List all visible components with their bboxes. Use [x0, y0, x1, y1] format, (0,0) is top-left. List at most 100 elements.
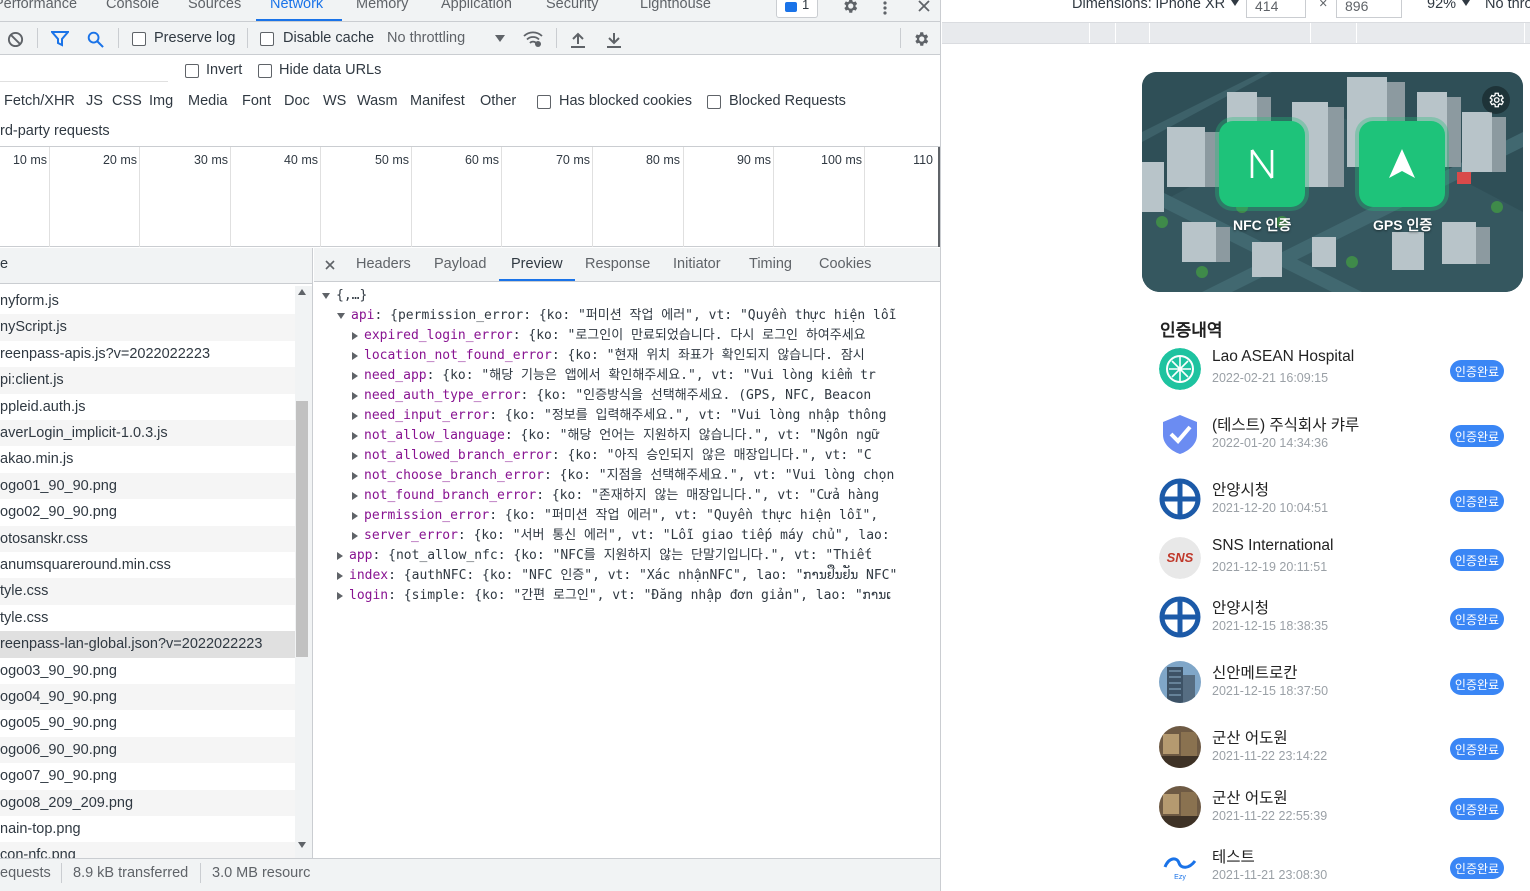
third-party-label[interactable]: rd-party requests: [0, 123, 110, 139]
zoom-chevron-icon[interactable]: [1462, 0, 1470, 6]
json-line[interactable]: need_app: {ko: "해당 기능은 앱에서 확인해주세요.", vt:…: [352, 366, 876, 386]
collapsed-arrow-icon[interactable]: [352, 491, 358, 500]
request-row[interactable]: anumsquareround.min.css: [0, 552, 295, 578]
network-conditions-icon[interactable]: [522, 29, 544, 49]
request-row[interactable]: reenpass-lan-global.json?v=2022022223: [0, 631, 295, 658]
collapsed-arrow-icon[interactable]: [352, 331, 358, 340]
json-line[interactable]: permission_error: {ko: "퍼미션 작업 에러", vt: …: [352, 506, 878, 526]
network-overview[interactable]: 10 ms 20 ms 30 ms 40 ms 50 ms 60 ms 70 m…: [0, 147, 940, 247]
request-row[interactable]: otosanskr.css: [0, 525, 295, 552]
collapsed-arrow-icon[interactable]: [337, 591, 343, 600]
hide-data-urls-checkbox[interactable]: [258, 64, 272, 78]
collapsed-arrow-icon[interactable]: [337, 571, 343, 580]
export-har-icon[interactable]: [605, 30, 623, 48]
json-line[interactable]: need_auth_type_error: {ko: "인증방식을 선택해주세요…: [352, 386, 871, 406]
request-row[interactable]: nain-top.png: [0, 816, 295, 842]
request-row[interactable]: ogo06_90_90.png: [0, 736, 295, 764]
history-item[interactable]: 군산 어도원 2021-11-22 23:14:22 인증완료: [1142, 726, 1523, 786]
tab-lighthouse[interactable]: Lighthouse: [640, 0, 711, 12]
collapsed-arrow-icon[interactable]: [337, 551, 343, 560]
history-item[interactable]: 군산 어도원 2021-11-22 22:55:39 인증완료: [1142, 786, 1523, 846]
device-width-input[interactable]: 414: [1246, 0, 1306, 18]
request-row[interactable]: ogo04_90_90.png: [0, 684, 295, 711]
request-list-header[interactable]: e: [0, 248, 312, 284]
type-media[interactable]: Media: [188, 93, 228, 109]
chevron-down-icon[interactable]: [494, 32, 506, 44]
zoom-select[interactable]: 92%: [1427, 0, 1456, 12]
tab-timing[interactable]: Timing: [749, 256, 792, 272]
clear-icon[interactable]: [6, 30, 24, 48]
history-item[interactable]: 안양시청 2021-12-15 18:38:35 인증완료: [1142, 596, 1523, 656]
tab-security[interactable]: Security: [546, 0, 598, 12]
device-height-input[interactable]: 896: [1336, 0, 1402, 18]
disable-cache-checkbox[interactable]: [260, 32, 274, 46]
json-line[interactable]: not_allowed_branch_error: {ko: "아직 승인되지 …: [352, 446, 872, 466]
preserve-log-checkbox[interactable]: [132, 32, 146, 46]
type-doc[interactable]: Doc: [284, 93, 310, 109]
tab-performance[interactable]: Performance: [0, 0, 77, 12]
json-line[interactable]: need_input_error: {ko: "정보를 입력해주세요.", vt…: [352, 406, 886, 426]
json-line[interactable]: location_not_found_error: {ko: "현재 위치 좌표…: [352, 346, 865, 366]
request-row[interactable]: nyScript.js: [0, 314, 295, 341]
request-row[interactable]: ogo02_90_90.png: [0, 499, 295, 525]
invert-checkbox[interactable]: [185, 64, 199, 78]
has-blocked-cookies-checkbox[interactable]: [537, 95, 551, 109]
history-item[interactable]: (테스트) 주식회사 캬루 2022-01-20 14:34:36 인증완료: [1142, 413, 1523, 473]
history-item[interactable]: 안양시청 2021-12-20 10:04:51 인증완료: [1142, 478, 1523, 538]
json-line[interactable]: server_error: {ko: "서버 통신 에러", vt: "Lỗi …: [352, 526, 890, 546]
history-item[interactable]: 신안메트로칸 2021-12-15 18:37:50 인증완료: [1142, 661, 1523, 721]
scroll-up-arrow-icon[interactable]: [298, 289, 306, 295]
expanded-arrow-icon[interactable]: [322, 292, 330, 299]
history-item[interactable]: Lao ASEAN Hospital 2022-02-21 16:09:15 인증완…: [1142, 348, 1523, 408]
request-row[interactable]: ogo03_90_90.png: [0, 658, 295, 684]
request-row[interactable]: averLogin_implicit-1.0.3.js: [0, 420, 295, 447]
tab-response[interactable]: Response: [585, 256, 650, 272]
json-line[interactable]: index: {authNFC: {ko: "NFC 인증", vt: "Xác…: [337, 566, 897, 586]
json-line[interactable]: not_allow_language: {ko: "해당 언어는 지원하지 않습…: [352, 426, 880, 446]
media-query-ruler[interactable]: [942, 22, 1530, 44]
request-row[interactable]: con-nfc.png: [0, 842, 295, 858]
history-item[interactable]: SNS SNS International 2021-12-19 20:11:51 인…: [1142, 537, 1523, 597]
collapsed-arrow-icon[interactable]: [352, 471, 358, 480]
collapsed-arrow-icon[interactable]: [352, 391, 358, 400]
nfc-auth-button[interactable]: [1219, 121, 1305, 207]
request-row[interactable]: nyform.js: [0, 288, 295, 314]
json-line[interactable]: {,…}: [322, 286, 367, 306]
more-vert-icon[interactable]: [877, 0, 893, 18]
scroll-down-arrow-icon[interactable]: [298, 842, 306, 848]
type-ws[interactable]: WS: [323, 93, 346, 109]
close-devtools-icon[interactable]: [914, 0, 934, 16]
collapsed-arrow-icon[interactable]: [352, 411, 358, 420]
tab-memory[interactable]: Memory: [356, 0, 408, 12]
tab-initiator[interactable]: Initiator: [673, 256, 721, 272]
request-row[interactable]: akao.min.js: [0, 446, 295, 472]
gps-auth-button[interactable]: [1359, 121, 1445, 207]
issues-button[interactable]: 1: [776, 0, 818, 18]
tab-sources[interactable]: Sources: [188, 0, 241, 12]
type-other[interactable]: Other: [480, 93, 516, 109]
json-line[interactable]: login: {simple: {ko: "간편 로그인", vt: "Đăng…: [337, 586, 891, 606]
request-row[interactable]: ogo05_90_90.png: [0, 710, 295, 736]
expanded-arrow-icon[interactable]: [337, 312, 345, 319]
request-row[interactable]: ogo07_90_90.png: [0, 763, 295, 789]
request-list-scrollbar[interactable]: [295, 286, 312, 858]
close-detail-icon[interactable]: [323, 258, 337, 272]
type-manifest[interactable]: Manifest: [410, 93, 465, 109]
type-fetch-xhr[interactable]: Fetch/XHR: [4, 93, 75, 109]
json-line[interactable]: not_found_branch_error: {ko: "존재하지 않는 매장…: [352, 486, 879, 506]
history-item[interactable]: Ezy 테스트 2021-11-21 23:08:30 인증완료: [1142, 845, 1523, 891]
request-row[interactable]: ogo01_90_90.png: [0, 472, 295, 500]
import-har-icon[interactable]: [569, 30, 587, 48]
network-settings-gear-icon[interactable]: [910, 28, 932, 50]
json-line[interactable]: expired_login_error: {ko: "로그인이 만료되었습니다.…: [352, 326, 866, 346]
settings-gear-icon[interactable]: [840, 0, 860, 16]
collapsed-arrow-icon[interactable]: [352, 451, 358, 460]
tab-application[interactable]: Application: [441, 0, 512, 12]
collapsed-arrow-icon[interactable]: [352, 511, 358, 520]
tab-headers[interactable]: Headers: [356, 256, 411, 272]
device-throttle-select[interactable]: No thrott: [1485, 0, 1530, 12]
device-select[interactable]: Dimensions: iPhone XR: [1072, 0, 1225, 12]
tab-preview[interactable]: Preview: [511, 256, 563, 272]
request-row[interactable]: tyle.css: [0, 605, 295, 631]
request-row[interactable]: ppleid.auth.js: [0, 394, 295, 420]
